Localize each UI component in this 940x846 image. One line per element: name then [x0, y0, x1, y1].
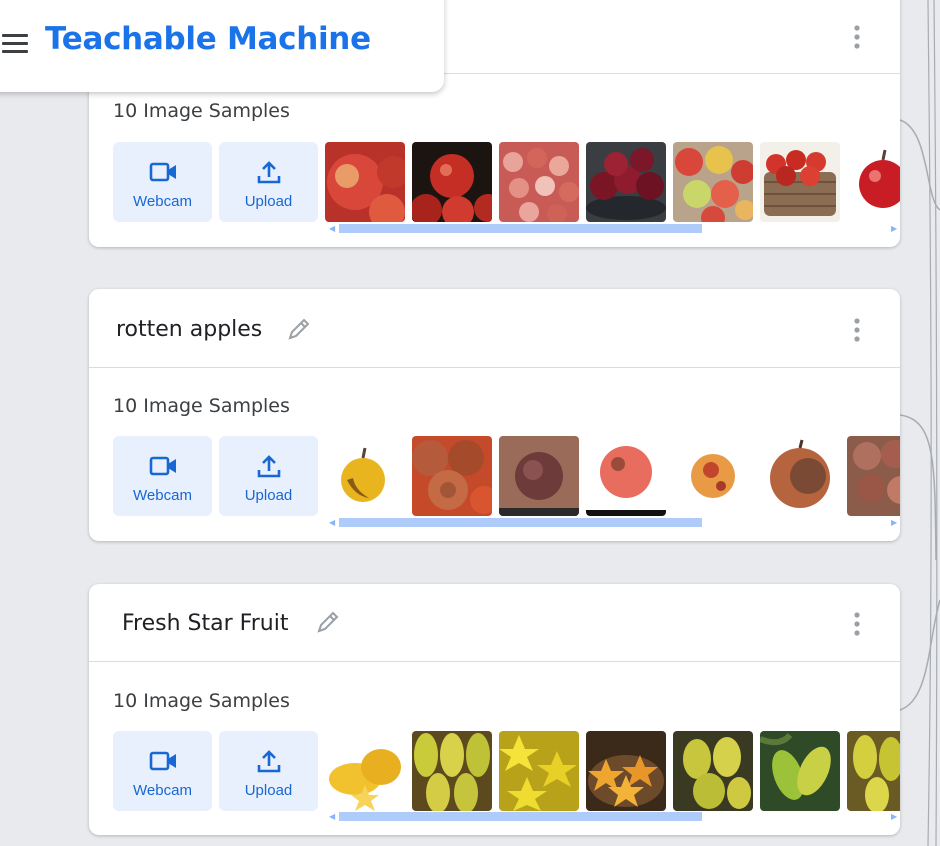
webcam-button[interactable]: Webcam — [113, 436, 212, 516]
samples-count-label: 10 Image Samples — [113, 395, 290, 417]
class-card-2: rotten apples 10 Image Samples Webcam Up… — [89, 289, 900, 541]
more-vert-icon[interactable] — [850, 24, 864, 50]
apple-image[interactable] — [412, 142, 492, 222]
thumbnail-scrollbar[interactable] — [339, 812, 702, 821]
videocam-icon — [149, 162, 176, 182]
samples-count-label: 10 Image Samples — [113, 100, 290, 122]
webcam-label: Webcam — [133, 487, 192, 504]
apple-image[interactable] — [586, 142, 666, 222]
upload-label: Upload — [244, 487, 293, 504]
scroll-right-arrow[interactable]: ▶ — [891, 519, 897, 527]
upload-icon — [257, 750, 281, 773]
rotten-apple-image[interactable] — [760, 436, 840, 516]
scroll-left-arrow[interactable]: ◀ — [329, 225, 335, 233]
apple-image[interactable] — [847, 142, 900, 222]
scroll-left-arrow[interactable]: ◀ — [329, 813, 335, 821]
upload-icon — [257, 455, 281, 478]
star-fruit-image[interactable] — [760, 731, 840, 811]
more-vert-icon[interactable] — [850, 611, 864, 637]
sample-thumbnails — [325, 731, 900, 811]
apple-image[interactable] — [673, 142, 753, 222]
upload-label: Upload — [244, 193, 293, 210]
apple-image[interactable] — [499, 142, 579, 222]
star-fruit-image[interactable] — [499, 731, 579, 811]
star-fruit-image[interactable] — [325, 731, 405, 811]
class-name[interactable]: Fresh Star Fruit — [122, 611, 288, 636]
webcam-label: Webcam — [133, 782, 192, 799]
rotten-apple-image[interactable] — [412, 436, 492, 516]
webcam-button[interactable]: Webcam — [113, 731, 212, 811]
rotten-apple-image[interactable] — [847, 436, 900, 516]
star-fruit-image[interactable] — [847, 731, 900, 811]
sample-thumbnails — [325, 142, 900, 222]
class-card-header: Fresh Star Fruit — [89, 584, 900, 662]
rotten-apple-image[interactable] — [673, 436, 753, 516]
scroll-left-arrow[interactable]: ◀ — [329, 519, 335, 527]
upload-button[interactable]: Upload — [219, 731, 318, 811]
more-vert-icon[interactable] — [850, 317, 864, 343]
thumbnail-scrollbar[interactable] — [339, 224, 702, 233]
star-fruit-image[interactable] — [586, 731, 666, 811]
webcam-label: Webcam — [133, 193, 192, 210]
app-title[interactable]: Teachable Machine — [45, 21, 371, 57]
videocam-icon — [149, 751, 176, 771]
app-header: Teachable Machine — [0, 0, 444, 92]
rotten-apple-image[interactable] — [325, 436, 405, 516]
class-name[interactable]: rotten apples — [116, 317, 262, 342]
apple-image[interactable] — [760, 142, 840, 222]
pencil-icon[interactable] — [286, 316, 312, 342]
class-card-header: rotten apples — [89, 289, 900, 368]
apple-image[interactable] — [325, 142, 405, 222]
hamburger-menu-icon[interactable] — [2, 34, 28, 54]
upload-icon — [257, 161, 281, 184]
rotten-apple-image[interactable] — [586, 436, 666, 516]
sample-thumbnails — [325, 436, 900, 516]
videocam-icon — [149, 456, 176, 476]
samples-count-label: 10 Image Samples — [113, 690, 290, 712]
class-card-3: Fresh Star Fruit 10 Image Samples Webcam… — [89, 584, 900, 835]
upload-button[interactable]: Upload — [219, 142, 318, 222]
webcam-button[interactable]: Webcam — [113, 142, 212, 222]
thumbnail-scrollbar[interactable] — [339, 518, 702, 527]
scroll-right-arrow[interactable]: ▶ — [891, 225, 897, 233]
star-fruit-image[interactable] — [673, 731, 753, 811]
upload-label: Upload — [244, 782, 293, 799]
pencil-icon[interactable] — [315, 609, 341, 635]
scroll-right-arrow[interactable]: ▶ — [891, 813, 897, 821]
upload-button[interactable]: Upload — [219, 436, 318, 516]
rotten-apple-image[interactable] — [499, 436, 579, 516]
star-fruit-image[interactable] — [412, 731, 492, 811]
